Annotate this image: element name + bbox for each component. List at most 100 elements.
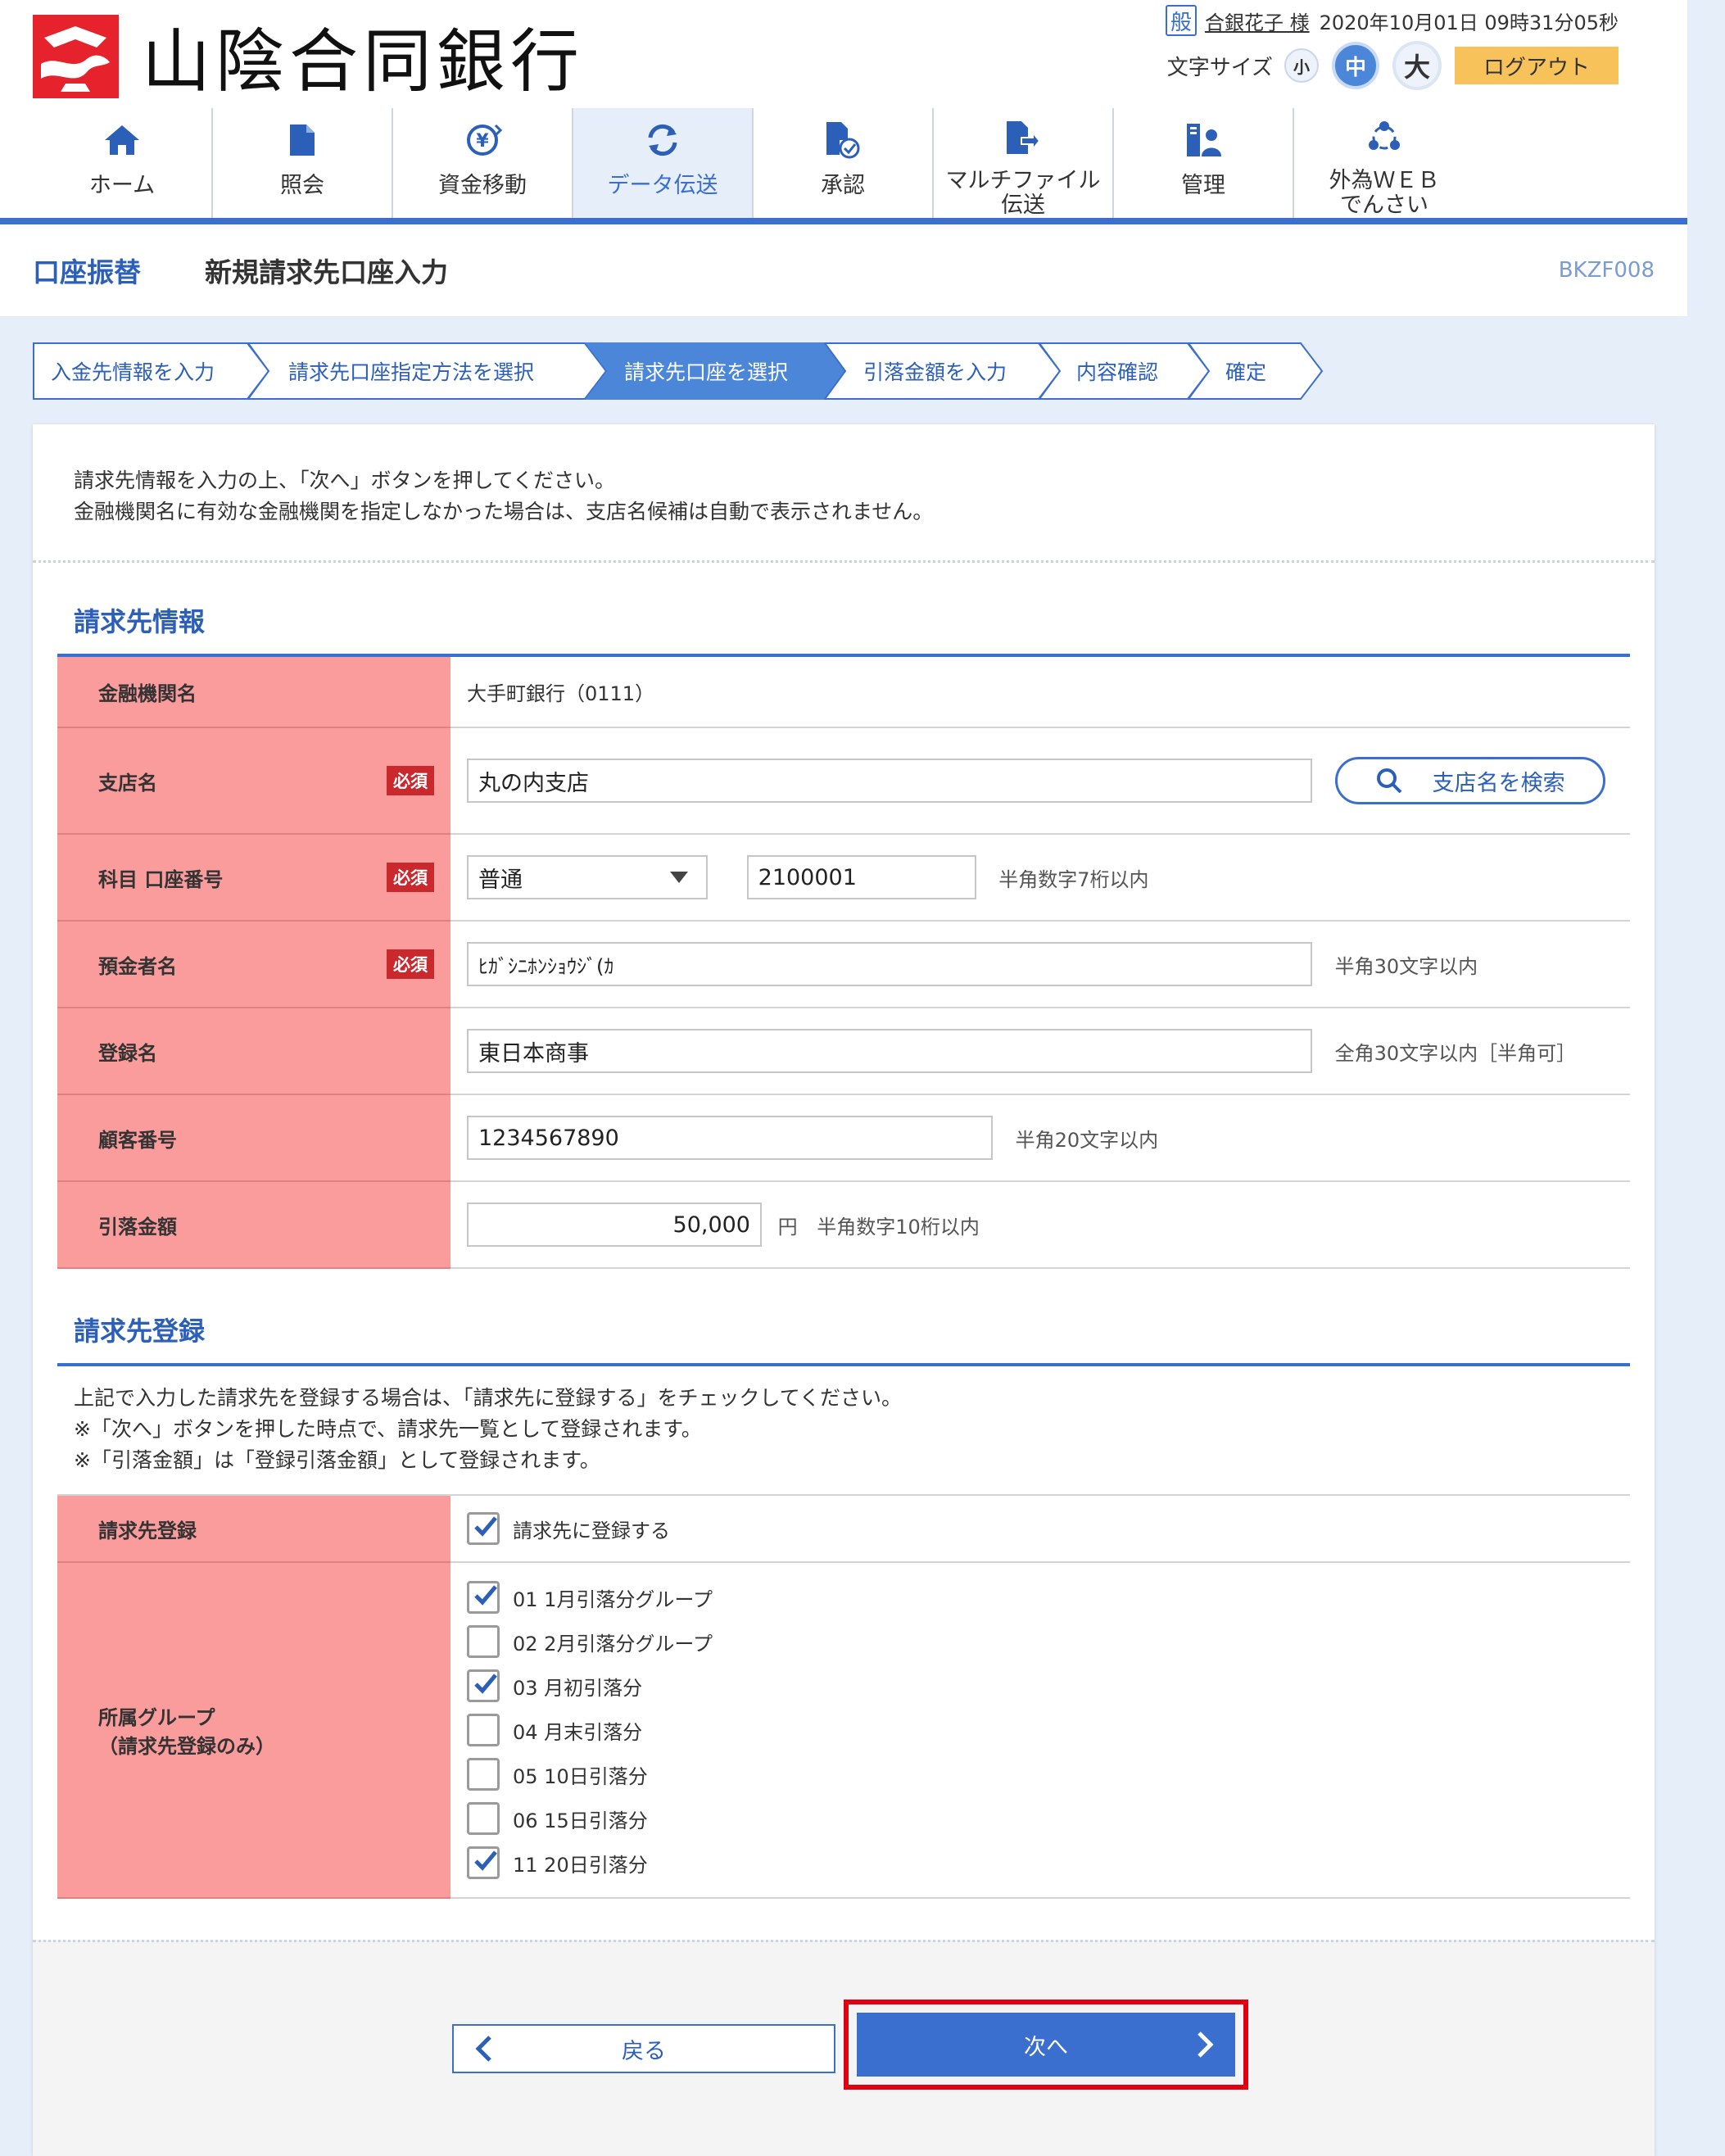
nav-label: 外為ＷＥＢ でんさい xyxy=(1329,168,1440,218)
check-icon xyxy=(474,1585,497,1606)
group-item[interactable]: 04 月末引落分 xyxy=(467,1708,1630,1752)
group-checkbox[interactable] xyxy=(467,1714,500,1746)
home-icon xyxy=(103,118,141,162)
file-send-icon xyxy=(1005,118,1041,157)
group-checkbox[interactable] xyxy=(467,1846,500,1879)
group-checkbox[interactable] xyxy=(467,1669,500,1702)
section-title-billing-info: 請求先情報 xyxy=(74,606,206,637)
step-5: 内容確認 xyxy=(1039,342,1211,400)
row-groups: 所属グループ （請求先登録のみ） 01 1月引落分グループ 02 2月引落分グルー… xyxy=(57,1562,1630,1899)
nav-data-transfer[interactable]: データ伝送 xyxy=(573,108,754,218)
amount-hint: 半角数字10桁以内 xyxy=(817,1215,980,1239)
row-branch: 支店名 必須 丸の内支店 支店名を検索 xyxy=(57,727,1630,835)
amount-input[interactable]: 50,000 xyxy=(467,1203,762,1247)
group-checkbox[interactable] xyxy=(467,1802,500,1835)
global-nav: ホーム 照会 ¥ 資金移動 データ伝送 承認 マルチファイル 伝送 管理 外為Ｗ… xyxy=(33,108,1474,218)
account-label: 科目 口座番号 必須 xyxy=(57,834,450,922)
group-item[interactable]: 11 20日引落分 xyxy=(467,1841,1630,1885)
branch-search-button[interactable]: 支店名を検索 xyxy=(1334,757,1605,804)
holder-input[interactable]: ﾋｶﾞｼﾆﾎﾝｼｮｳｼﾞ(ｶ xyxy=(467,942,1312,986)
login-datetime: 2020年10月01日 09時31分05秒 xyxy=(1319,11,1619,34)
groups-cell: 01 1月引落分グループ 02 2月引落分グループ 03 月初引落分 04 月末… xyxy=(450,1562,1630,1899)
nav-approval[interactable]: 承認 xyxy=(754,108,934,218)
dropdown-arrow-icon xyxy=(670,872,688,883)
row-account: 科目 口座番号 必須 普通 2100001 半角数字7桁以内 xyxy=(57,834,1630,922)
step-1: 入金先情報を入力 xyxy=(33,342,270,400)
page-title: 新規請求先口座入力 xyxy=(205,256,448,288)
sync-icon xyxy=(644,118,681,162)
page-category: 口座振替 xyxy=(33,256,141,288)
check-icon xyxy=(474,1850,497,1871)
group-item[interactable]: 01 1月引落分グループ xyxy=(467,1575,1630,1619)
page-root: 山陰合同銀行 般 合銀花子 様 2020年10月01日 09時31分05秒 文字… xyxy=(0,0,1725,2156)
user-info: 般 合銀花子 様 2020年10月01日 09時31分05秒 xyxy=(1165,5,1619,36)
bank-value: 大手町銀行（0111） xyxy=(450,657,1630,728)
check-icon xyxy=(474,1516,497,1537)
nav-inquiry[interactable]: 照会 xyxy=(213,108,393,218)
row-amount: 引落金額 50,000 円 半角数字10桁以内 xyxy=(57,1181,1630,1269)
yen-transfer-icon: ¥ xyxy=(463,118,502,162)
right-gutter xyxy=(1691,0,1725,2156)
billing-info-table: 金融機関名 大手町銀行（0111） 支店名 必須 丸の内支店 支店名を検索 科目 … xyxy=(57,657,1630,1269)
branch-label: 支店名 必須 xyxy=(57,727,450,835)
regname-input[interactable]: 東日本商事 xyxy=(467,1029,1312,1073)
account-hint: 半角数字7桁以内 xyxy=(998,867,1149,891)
regname-cell: 東日本商事 全角30文字以内［半角可］ xyxy=(450,1008,1630,1095)
branch-input[interactable]: 丸の内支店 xyxy=(467,759,1312,803)
groups-label: 所属グループ （請求先登録のみ） xyxy=(57,1562,450,1899)
bank-logo[interactable]: 山陰合同銀行 xyxy=(33,7,584,106)
group-checkbox[interactable] xyxy=(467,1625,500,1658)
account-type-select[interactable]: 普通 xyxy=(467,855,708,899)
step-6: 確定 xyxy=(1188,342,1324,400)
regname-label: 登録名 xyxy=(57,1008,450,1095)
nav-admin[interactable]: 管理 xyxy=(1114,108,1294,218)
font-size-medium-button[interactable]: 中 xyxy=(1332,42,1379,89)
nav-label: 資金移動 xyxy=(438,173,527,198)
group-item[interactable]: 03 月初引落分 xyxy=(467,1664,1630,1708)
holder-hint: 半角30文字以内 xyxy=(1334,954,1478,978)
customer-label: 顧客番号 xyxy=(57,1094,450,1182)
section-title-registration: 請求先登録 xyxy=(74,1316,206,1347)
group-item[interactable]: 02 2月引落分グループ xyxy=(467,1619,1630,1664)
customer-number-input[interactable]: 1234567890 xyxy=(467,1116,993,1160)
group-item[interactable]: 05 10日引落分 xyxy=(467,1752,1630,1796)
group-checkbox[interactable] xyxy=(467,1758,500,1791)
register-cell: 請求先に登録する xyxy=(450,1495,1630,1563)
holder-cell: ﾋｶﾞｼﾆﾎﾝｼｮｳｼﾞ(ｶ 半角30文字以内 xyxy=(450,921,1630,1008)
font-size-small-button[interactable]: 小 xyxy=(1284,48,1319,83)
nav-multifile[interactable]: マルチファイル 伝送 xyxy=(934,108,1114,218)
font-size-large-button[interactable]: 大 xyxy=(1392,41,1442,90)
nav-label: 照会 xyxy=(280,173,324,198)
customer-hint: 半角20文字以内 xyxy=(1015,1128,1159,1152)
customer-cell: 1234567890 半角20文字以内 xyxy=(450,1094,1630,1182)
nav-transfer[interactable]: ¥ 資金移動 xyxy=(393,108,573,218)
account-number-input[interactable]: 2100001 xyxy=(746,855,976,899)
nav-divider xyxy=(0,218,1687,224)
amount-label: 引落金額 xyxy=(57,1181,450,1269)
header: 山陰合同銀行 般 合銀花子 様 2020年10月01日 09時31分05秒 文字… xyxy=(0,0,1687,224)
nav-label: ホーム xyxy=(88,173,156,198)
intro-text: 請求先情報を入力の上、「次へ」ボタンを押してください。 金融機関名に有効な金融機… xyxy=(74,469,934,523)
step-3-current: 請求先口座を選択 xyxy=(585,342,847,400)
nav-label: データ伝送 xyxy=(607,173,718,198)
next-button[interactable]: 次へ xyxy=(857,2013,1235,2077)
nav-home[interactable]: ホーム xyxy=(33,108,213,218)
register-checkbox[interactable] xyxy=(467,1512,500,1545)
amount-unit: 円 xyxy=(777,1215,798,1239)
account-cell: 普通 2100001 半角数字7桁以内 xyxy=(450,834,1630,922)
group-checkbox[interactable] xyxy=(467,1581,500,1614)
registration-table: 請求先登録 請求先に登録する 所属グループ （請求先登録のみ） 01 1月引落分グ… xyxy=(57,1494,1630,1899)
register-checkbox-row[interactable]: 請求先に登録する xyxy=(467,1506,1630,1551)
group-item[interactable]: 06 15日引落分 xyxy=(467,1796,1630,1841)
logo-mark-icon xyxy=(33,14,119,98)
nav-label: マルチファイル 伝送 xyxy=(945,168,1101,218)
amount-cell: 50,000 円 半角数字10桁以内 xyxy=(450,1181,1630,1269)
step-2: 請求先口座指定方法を選択 xyxy=(247,342,608,400)
user-name-link[interactable]: 合銀花子 様 xyxy=(1205,7,1310,35)
row-bank: 金融機関名 大手町銀行（0111） xyxy=(57,657,1630,728)
font-size-label: 文字サイズ xyxy=(1166,55,1273,80)
bank-name: 山陰合同銀行 xyxy=(142,21,585,102)
logout-button[interactable]: ログアウト xyxy=(1455,47,1619,84)
back-button[interactable]: 戻る xyxy=(452,2024,835,2073)
nav-fx-densai[interactable]: 外為ＷＥＢ でんさい xyxy=(1294,108,1474,218)
